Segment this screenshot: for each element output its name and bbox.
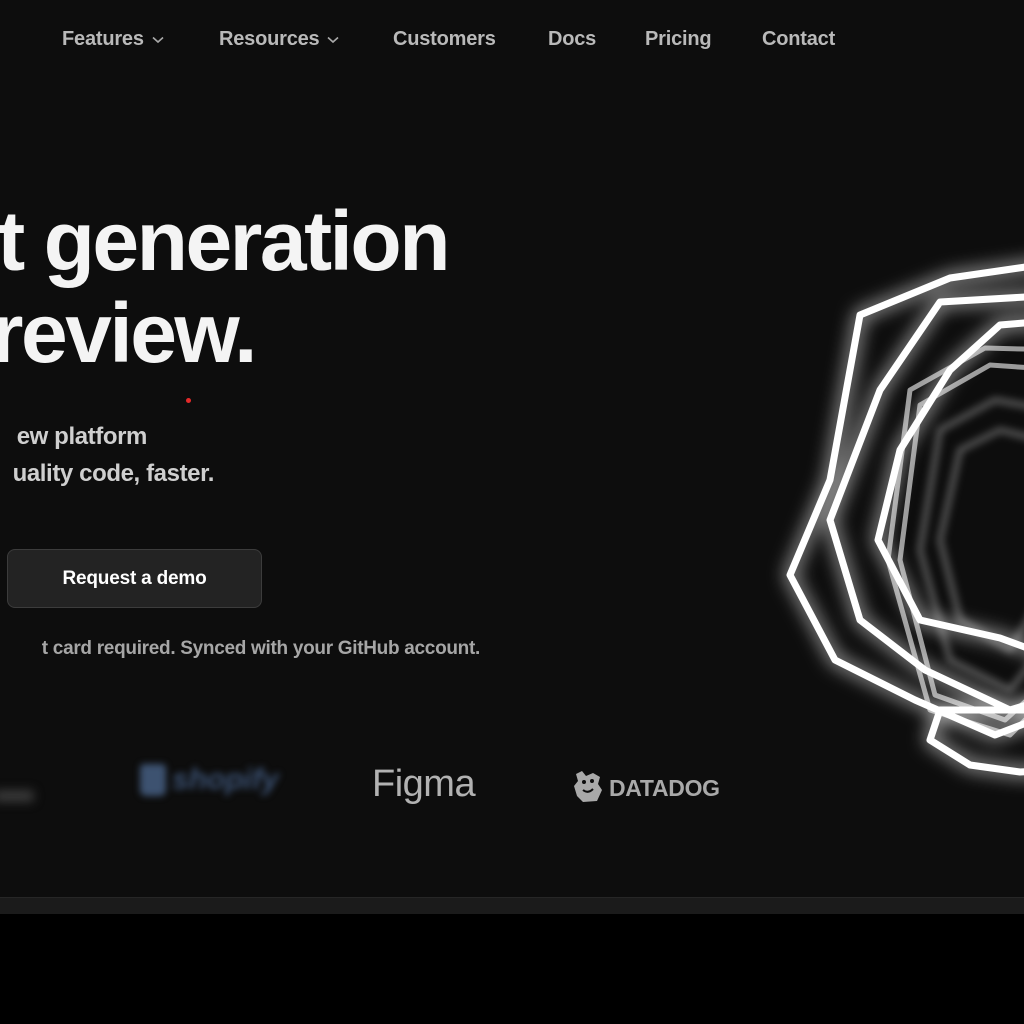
nav-features-label: Features	[62, 28, 144, 50]
nav-docs-label: Docs	[548, 28, 597, 50]
hero-subtitle: ew platform uality code, faster.	[12, 418, 215, 492]
hero-ring-illustration	[786, 263, 1024, 776]
datadog-dog-icon	[571, 768, 605, 809]
nav-pricing[interactable]: Pricing	[645, 28, 712, 51]
chevron-down-icon	[152, 36, 164, 44]
nav-customers[interactable]: Customers	[393, 28, 496, 51]
accent-dot	[186, 398, 191, 403]
shopify-logo: shopify	[140, 758, 280, 802]
page: Features Resources Customers Docs Pricin…	[0, 0, 1024, 914]
nav-resources[interactable]: Resources	[219, 28, 340, 51]
nav-features[interactable]: Features	[62, 28, 164, 51]
nav-resources-label: Resources	[219, 28, 320, 50]
nav-docs[interactable]: Docs	[548, 28, 596, 51]
nav-contact[interactable]: Contact	[762, 28, 835, 51]
datadog-wordmark: DATADOG	[609, 775, 720, 801]
hero-subtitle-line2: uality code, faster.	[12, 460, 215, 487]
request-demo-button[interactable]: Request a demo	[7, 549, 262, 608]
hero-subtitle-line1: ew platform	[16, 423, 148, 450]
customer-logo-blurred	[0, 782, 40, 810]
bottom-divider	[0, 897, 1024, 914]
nav-contact-label: Contact	[762, 28, 836, 50]
chevron-down-icon	[327, 36, 340, 44]
signup-note: t card required. Synced with your GitHub…	[41, 638, 481, 659]
shopify-wordmark: shopify	[172, 763, 279, 796]
figma-logo: Figma	[372, 763, 476, 805]
shopify-bag-icon	[140, 764, 166, 796]
nav-customers-label: Customers	[393, 28, 496, 50]
hero-title-line2: review.	[0, 286, 258, 380]
nav-pricing-label: Pricing	[645, 28, 712, 50]
hero-title-line1: t generation	[0, 194, 450, 288]
datadog-logo: DATADOG	[571, 768, 720, 809]
